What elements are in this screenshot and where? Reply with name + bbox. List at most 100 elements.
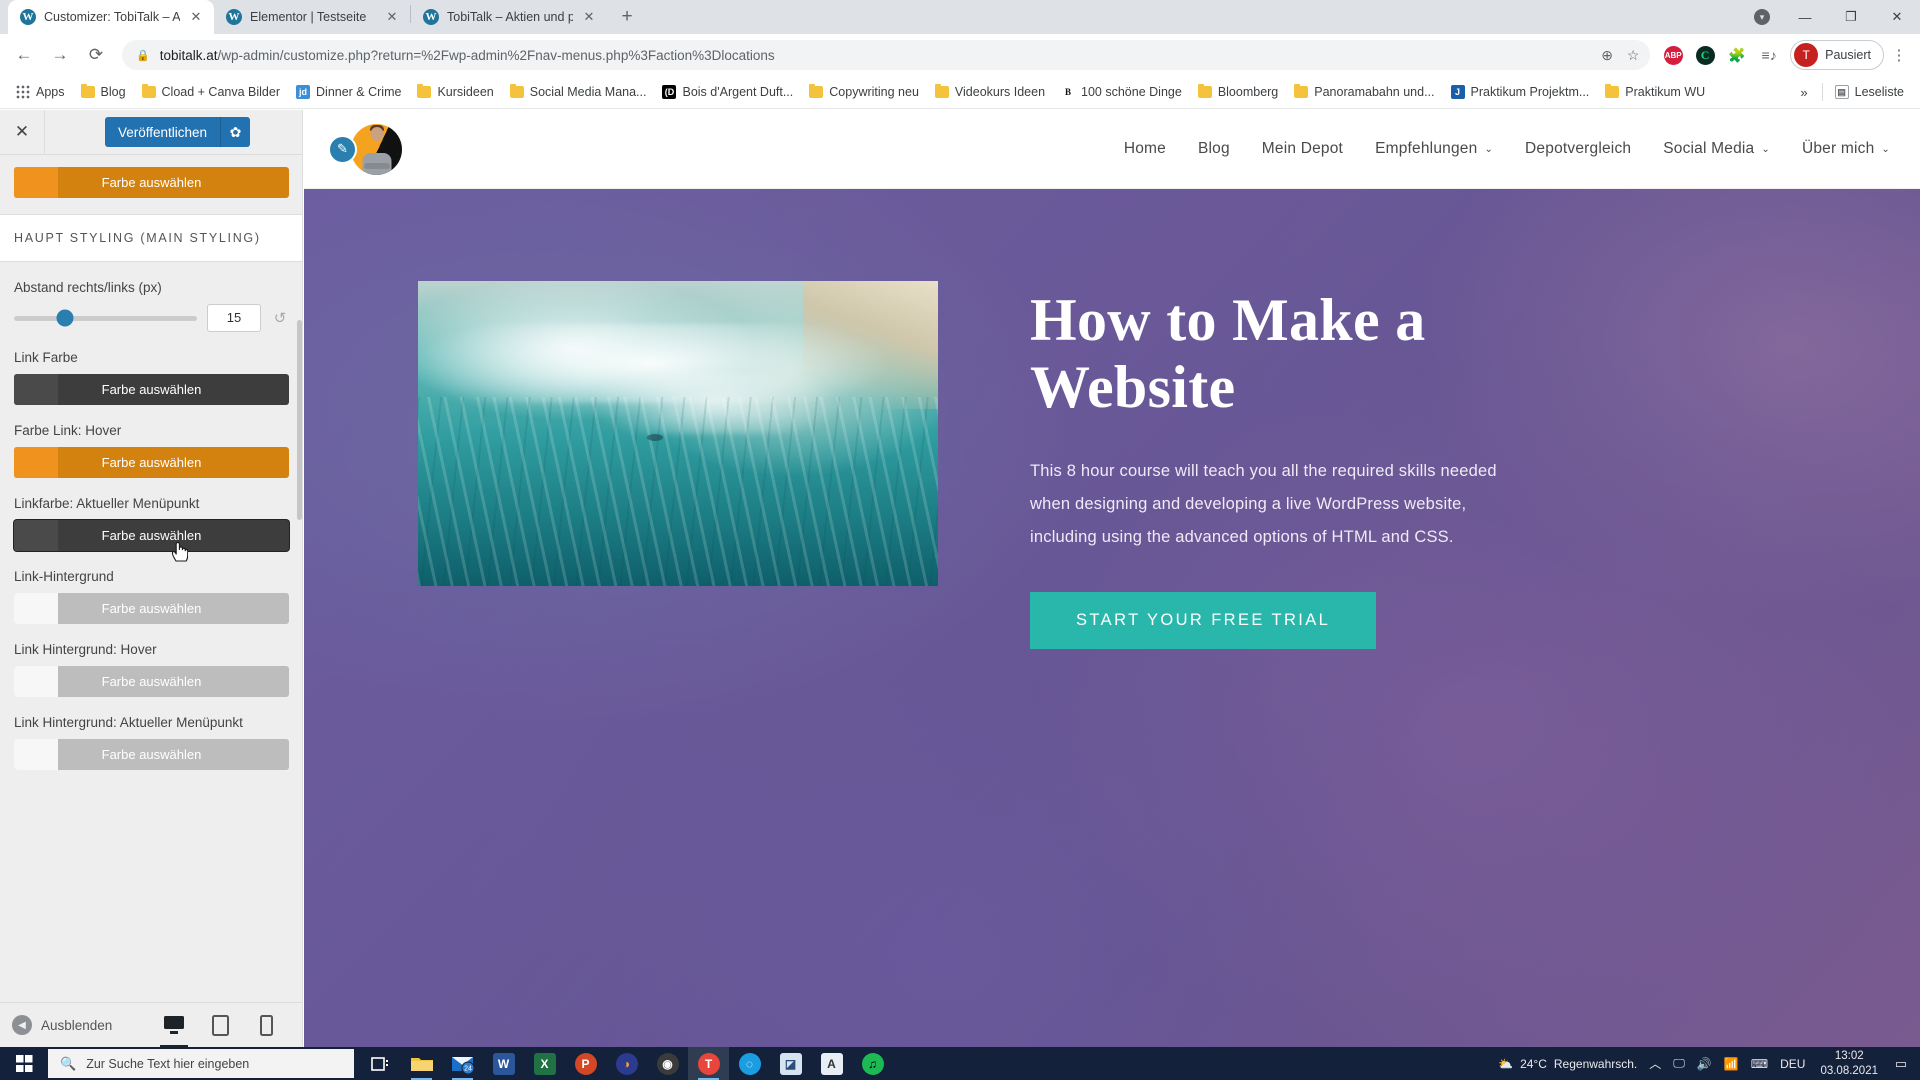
close-window-button[interactable]: ✕ [1874,0,1920,34]
bookmark-100-schoene-dinge[interactable]: B 100 schöne Dinge [1053,81,1190,103]
edit-pencil-icon[interactable]: ✎ [328,134,357,164]
sidebar-scrollbar[interactable] [297,320,302,520]
browser-menu-icon[interactable]: ⋮ [1886,46,1912,64]
forward-icon[interactable]: → [44,39,76,71]
bookmark-videokurs-ideen[interactable]: Videokurs Ideen [927,81,1053,103]
color-picker-button[interactable]: Farbe auswählen [14,739,289,770]
nav-item-ueber-mich[interactable]: Über mich ⌄ [1802,140,1890,158]
device-desktop-button[interactable] [153,1003,195,1047]
adblock-plus-icon[interactable]: ABP [1658,40,1688,70]
slider-row: 15 ↺ [14,304,289,332]
reload-icon[interactable]: ⟳ [80,39,112,71]
taskbar-search-box[interactable]: 🔍 Zur Suche Text hier eingeben [48,1049,354,1078]
weather-widget[interactable]: ⛅ 24°C Regenwahrsch. [1493,1057,1642,1071]
color-picker-button[interactable]: Farbe auswählen [14,374,289,405]
hero-video-thumbnail[interactable] [418,281,938,586]
device-tablet-button[interactable] [199,1003,241,1048]
nav-item-mein-depot[interactable]: Mein Depot [1262,140,1343,158]
photo-editor-icon: ◪ [779,1052,802,1075]
color-picker-button[interactable]: Farbe auswählen [14,447,289,478]
profile-button[interactable]: T Pausiert [1790,40,1884,70]
extensions-puzzle-icon[interactable]: 🧩 [1722,40,1752,70]
bookmark-bois-dargent[interactable]: (D Bois d'Argent Duft... [654,81,801,103]
reading-list-button[interactable]: ▤ Leseliste [1827,81,1912,103]
zoom-icon[interactable]: ⊕ [1594,47,1620,64]
bookmarks-overflow-icon[interactable]: » [1790,81,1817,104]
nav-item-blog[interactable]: Blog [1198,140,1230,158]
slider-thumb[interactable] [56,309,74,327]
start-free-trial-button[interactable]: START YOUR FREE TRIAL [1030,592,1377,650]
close-tab-icon[interactable]: ✕ [581,9,597,25]
powerpoint-button[interactable]: P [565,1047,606,1080]
reading-list-icon[interactable]: ≡♪ [1754,40,1784,70]
task-view-button[interactable] [360,1047,401,1080]
browser-tab-2[interactable]: W Elementor | Testseite ✕ [214,0,410,34]
nav-item-depotvergleich[interactable]: Depotvergleich [1525,140,1631,158]
bookmark-bloomberg[interactable]: Bloomberg [1190,81,1286,103]
nav-item-home[interactable]: Home [1124,140,1166,158]
wordpress-favicon-icon: W [226,9,242,25]
word-button[interactable]: W [483,1047,524,1080]
volume-icon[interactable]: 🔊 [1692,1057,1717,1071]
tray-expand-icon[interactable]: ︿ [1644,1055,1666,1072]
color-control-top[interactable]: Farbe auswählen [14,167,289,198]
minimize-button[interactable]: — [1782,0,1828,34]
audacity-button[interactable]: ◑ [606,1047,647,1080]
browser-tab-3[interactable]: W TobiTalk – Aktien und persönliche ✕ [411,0,607,34]
obs-studio-button[interactable]: ◉ [647,1047,688,1080]
network-icon[interactable]: 📶 [1719,1057,1744,1071]
task-view-icon [370,1056,388,1071]
gear-icon[interactable]: ✿ [220,117,250,147]
edge-button[interactable]: ◌ [729,1047,770,1080]
spotify-button[interactable]: ♫ [852,1047,893,1080]
font-viewer-button[interactable]: A [811,1047,852,1080]
spacing-slider[interactable] [14,309,197,327]
site-logo[interactable]: ✎ [328,123,402,175]
keyboard-layout-icon[interactable]: ⌨ [1746,1057,1773,1071]
nav-item-empfehlungen[interactable]: Empfehlungen ⌄ [1375,140,1493,158]
bookmark-praktikum-wu[interactable]: Praktikum WU [1597,81,1713,103]
close-tab-icon[interactable]: ✕ [188,9,204,25]
browser-update-icon[interactable]: ▾ [1754,9,1770,25]
back-icon[interactable]: ← [8,39,40,71]
close-customizer-button[interactable]: ✕ [0,110,45,155]
collapse-sidebar-button[interactable]: ◀ Ausblenden [0,1015,112,1035]
screen-cast-icon[interactable]: 🖵 [1668,1056,1690,1071]
bookmark-apps[interactable]: Apps [8,81,73,103]
site-preview-frame[interactable]: ✎ Home Blog Mein Depot Empfehlungen ⌄ De… [304,110,1920,1047]
photo-editor-button[interactable]: ◪ [770,1047,811,1080]
bookmark-praktikum-projektm[interactable]: J Praktikum Projektm... [1443,81,1598,103]
browser-tab-1[interactable]: W Customizer: TobiTalk – Aktien un ✕ [8,0,214,34]
file-explorer-button[interactable] [401,1047,442,1080]
color-picker-button[interactable]: Farbe auswählen [14,593,289,624]
new-tab-button[interactable]: + [613,3,641,31]
device-mobile-button[interactable] [245,1003,287,1048]
notification-center-icon[interactable]: ▭ [1888,1056,1914,1072]
language-indicator[interactable]: DEU [1775,1057,1810,1071]
close-tab-icon[interactable]: ✕ [384,9,400,25]
clock[interactable]: 13:02 03.08.2021 [1812,1049,1886,1078]
mail-button[interactable]: 24 [442,1047,483,1080]
grammar-extension-icon[interactable]: C [1690,40,1720,70]
bookmark-social-media-mana[interactable]: Social Media Mana... [502,81,655,103]
chrome-button[interactable]: T [688,1047,729,1080]
bookmark-cload-canva[interactable]: Cload + Canva Bilder [134,81,288,103]
color-picker-button[interactable]: Farbe auswählen [14,666,289,697]
color-picker-button[interactable]: Farbe auswählen [14,520,289,551]
nav-item-social-media[interactable]: Social Media ⌄ [1663,140,1770,158]
excel-button[interactable]: X [524,1047,565,1080]
bookmark-copywriting-neu[interactable]: Copywriting neu [801,81,927,103]
bookmark-star-icon[interactable]: ☆ [1620,47,1646,64]
reset-icon[interactable]: ↺ [271,309,289,327]
spacing-value-input[interactable]: 15 [207,304,261,332]
bookmark-blog[interactable]: Blog [73,81,134,103]
publish-button[interactable]: Veröffentlichen ✿ [104,117,251,147]
customizer-controls-panel[interactable]: Farbe auswählen HAUPT STYLING (MAIN STYL… [0,155,302,1002]
bookmark-dinner-crime[interactable]: jd Dinner & Crime [288,81,409,103]
maximize-button[interactable]: ❐ [1828,0,1874,34]
bookmark-panoramabahn[interactable]: Panoramabahn und... [1286,81,1442,103]
bookmark-kursideen[interactable]: Kursideen [409,81,501,103]
address-bar[interactable]: 🔒 tobitalk.at/wp-admin/customize.php?ret… [122,40,1651,70]
start-button[interactable] [0,1047,48,1080]
control-label: Link-Hintergrund [14,569,114,584]
